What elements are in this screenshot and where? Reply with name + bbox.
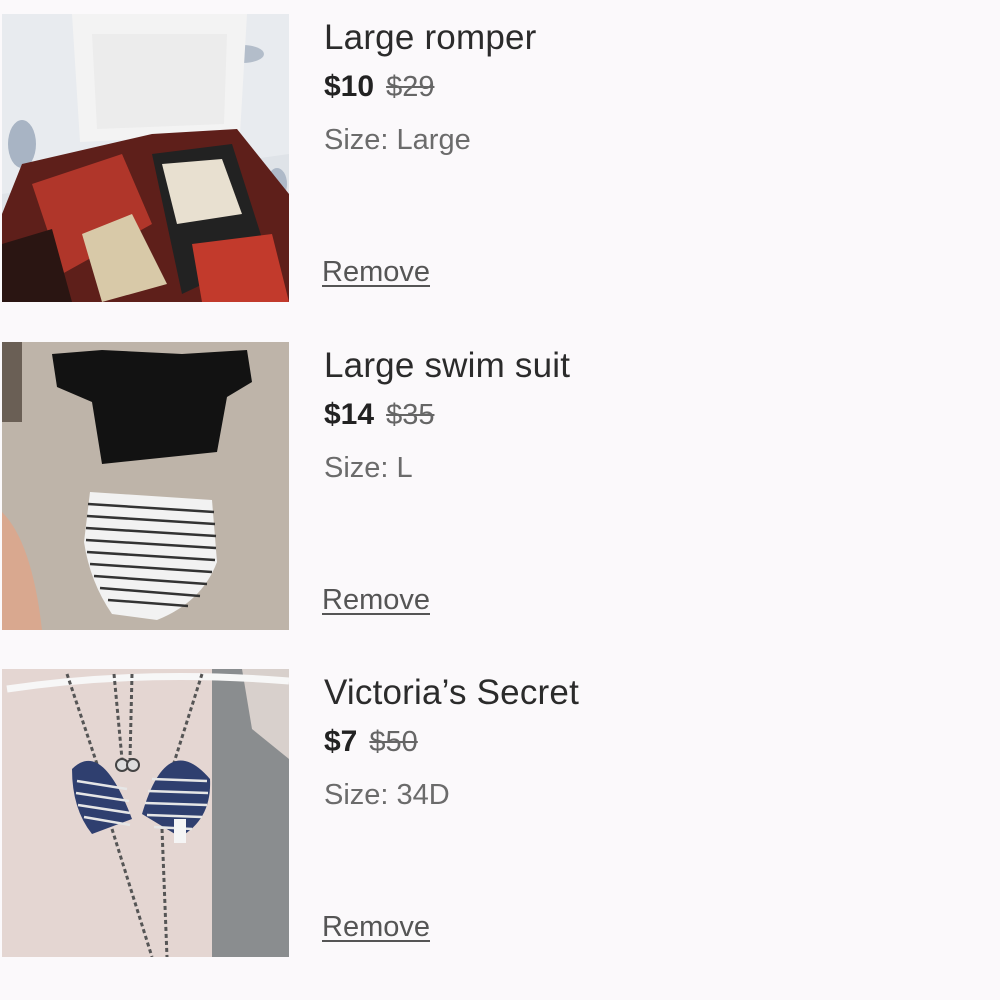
item-info: Victoria’s Secret $7 $50 Size: 34D Remove xyxy=(322,669,964,957)
remove-button[interactable]: Remove xyxy=(322,911,430,944)
item-size: Size: Large xyxy=(324,124,471,156)
remove-button[interactable]: Remove xyxy=(322,256,430,289)
item-title[interactable]: Victoria’s Secret xyxy=(324,673,579,713)
original-price: $50 xyxy=(369,726,418,758)
cart-item: Large swim suit $14 $35 Size: L Remove xyxy=(0,342,1000,632)
item-info: Large swim suit $14 $35 Size: L Remove xyxy=(322,342,964,630)
cart-item: Large romper $10 $29 Size: Large Remove xyxy=(0,14,1000,304)
product-photo-romper[interactable] xyxy=(2,14,289,302)
original-price: $35 xyxy=(386,399,435,431)
product-photo-bikini-top[interactable] xyxy=(2,669,289,957)
cart-item: Victoria’s Secret $7 $50 Size: 34D Remove xyxy=(0,669,1000,959)
sale-price: $10 xyxy=(324,70,375,103)
sale-price: $14 xyxy=(324,398,375,431)
item-size: Size: L xyxy=(324,452,413,484)
product-photo-swim-suit[interactable] xyxy=(2,342,289,630)
item-size: Size: 34D xyxy=(324,779,450,811)
item-title[interactable]: Large romper xyxy=(324,18,537,58)
price-row: $14 $35 xyxy=(324,398,434,432)
item-title[interactable]: Large swim suit xyxy=(324,346,570,386)
item-info: Large romper $10 $29 Size: Large Remove xyxy=(322,14,964,302)
original-price: $29 xyxy=(386,71,435,103)
price-row: $10 $29 xyxy=(324,70,434,104)
price-row: $7 $50 xyxy=(324,725,418,759)
cart-item-list: Large romper $10 $29 Size: Large Remove xyxy=(0,0,1000,1000)
remove-button[interactable]: Remove xyxy=(322,584,430,617)
sale-price: $7 xyxy=(324,725,358,758)
